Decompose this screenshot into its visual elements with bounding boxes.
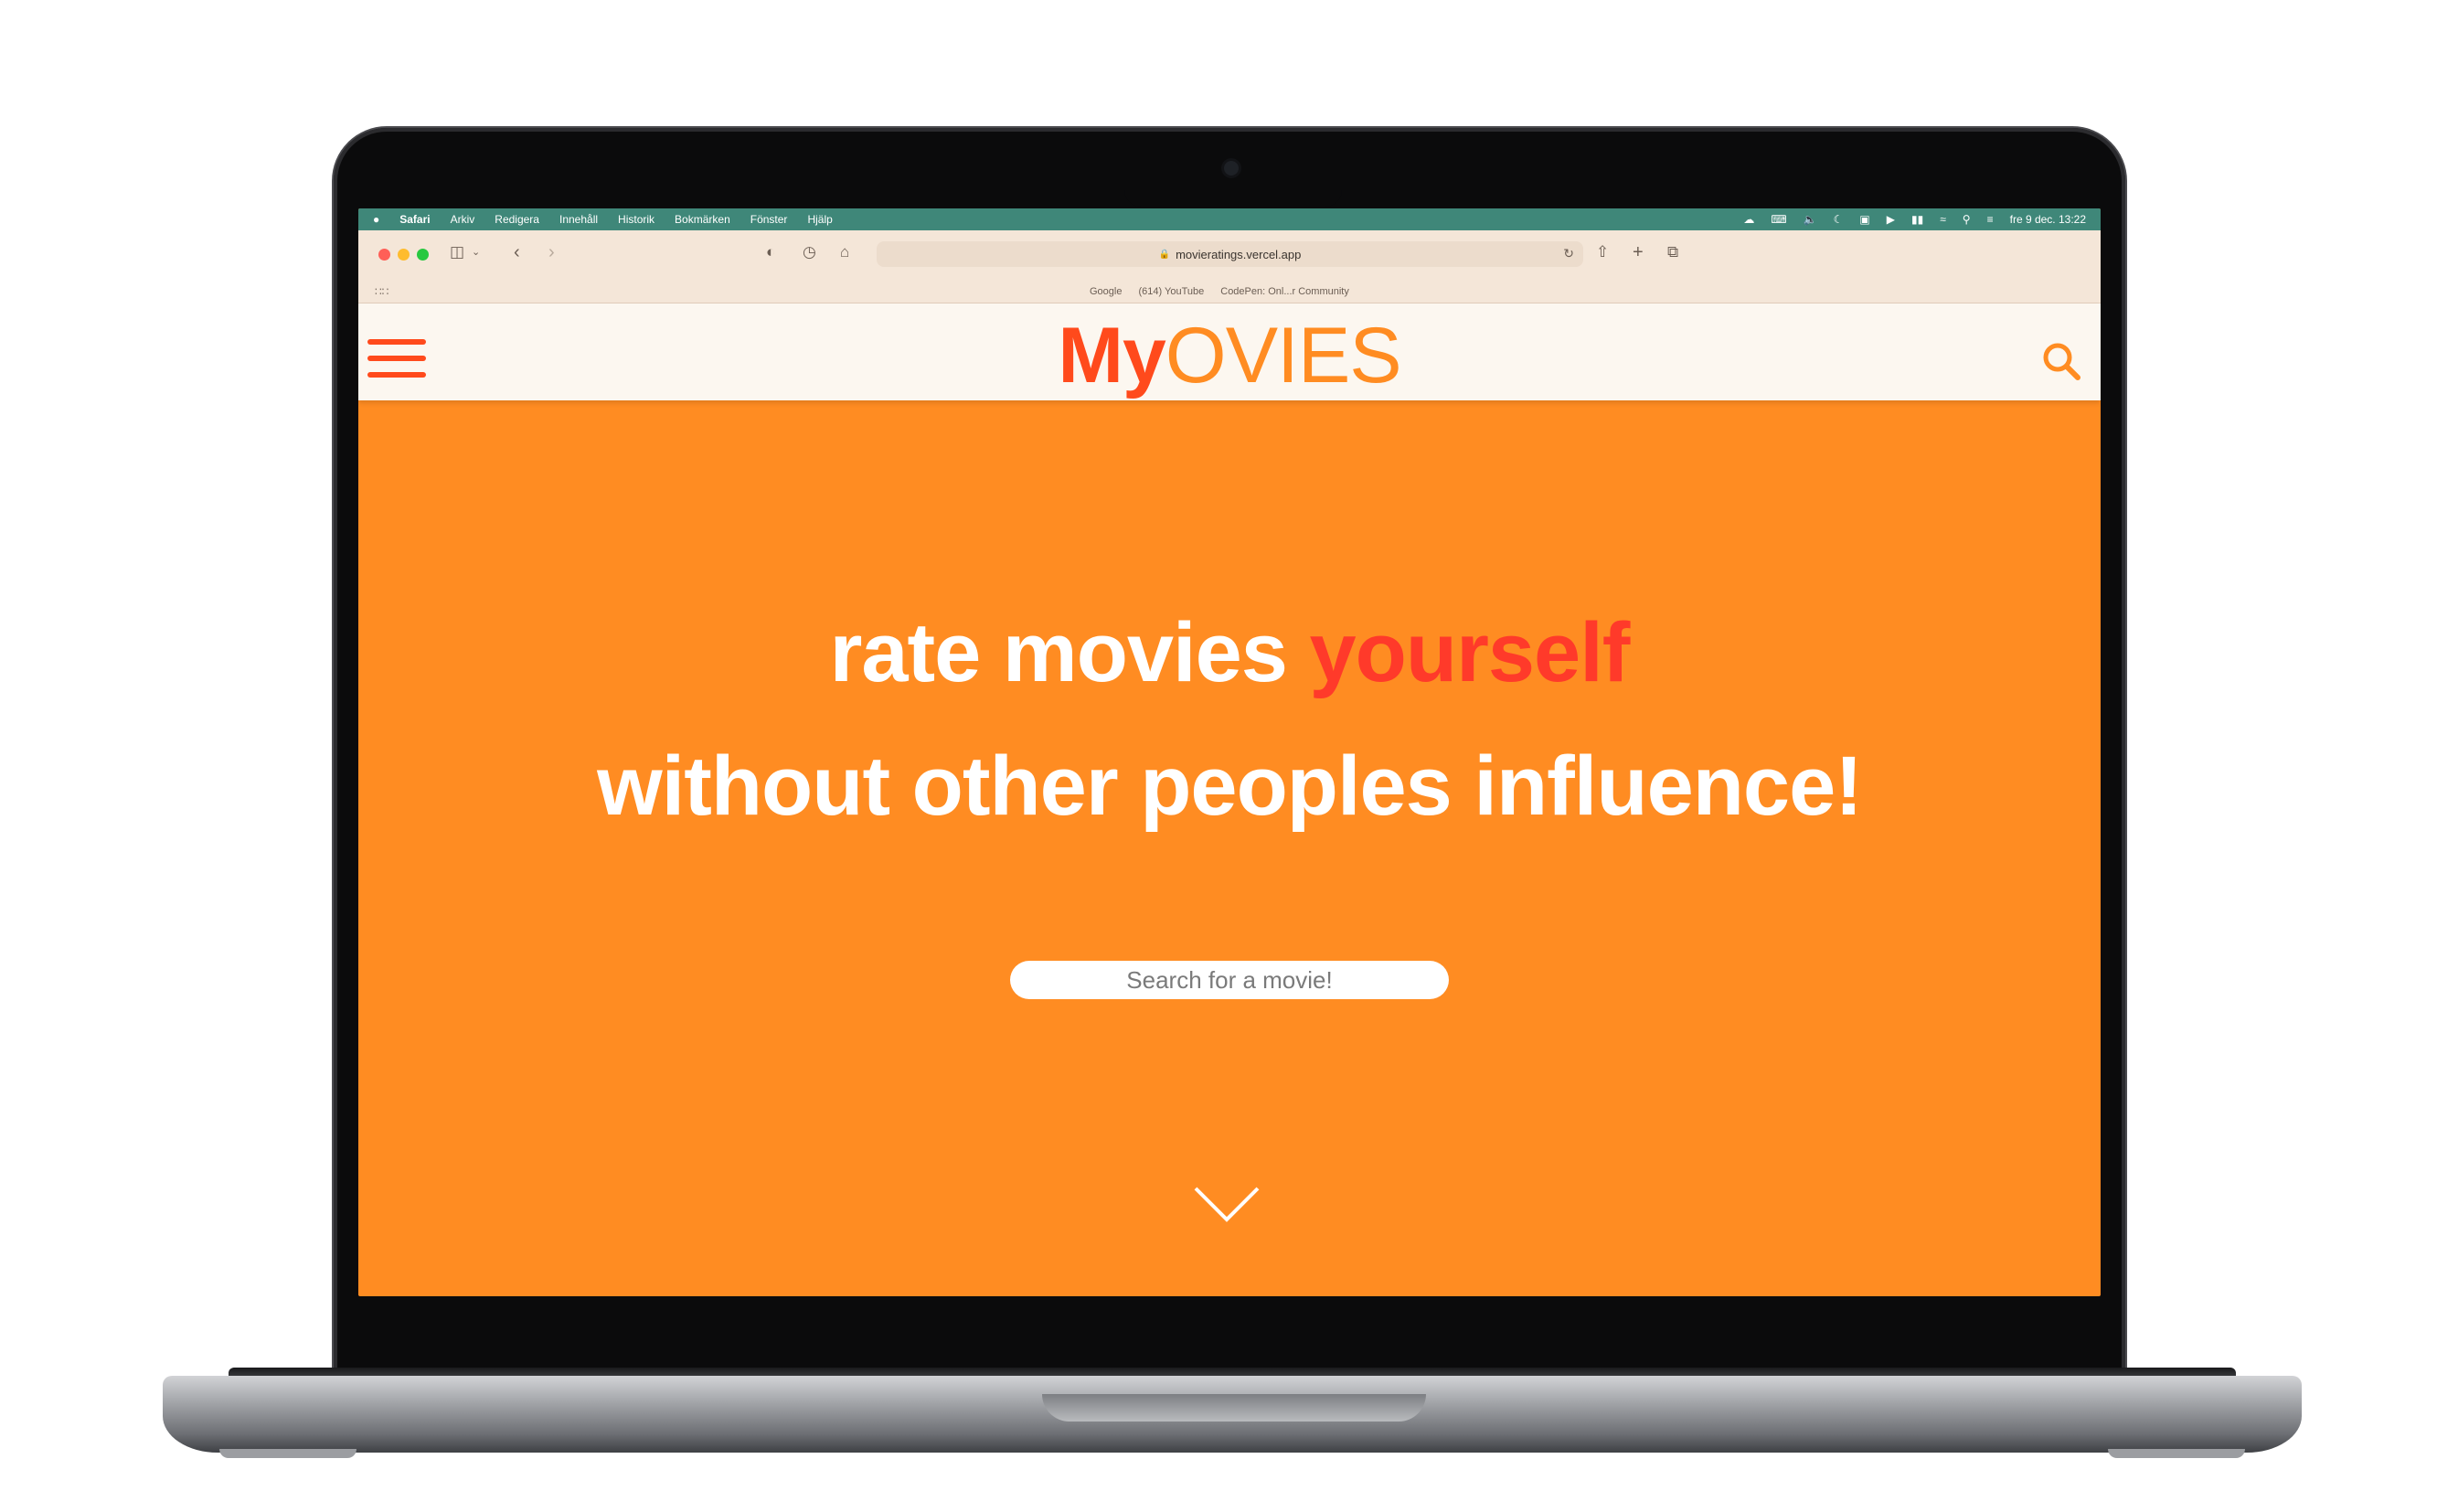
laptop-foot	[2108, 1449, 2245, 1458]
volume-icon[interactable]: 🔈	[1804, 213, 1817, 226]
apps-grid-icon[interactable]: ∷∷	[375, 285, 388, 298]
movie-search-input[interactable]	[1010, 961, 1449, 999]
menu-hjalp[interactable]: Hjälp	[807, 213, 832, 226]
now-playing-icon[interactable]: ▶	[1887, 213, 1895, 226]
control-center-icon[interactable]: ≡	[1987, 213, 1994, 226]
laptop-foot	[219, 1449, 357, 1458]
wifi-icon[interactable]: ≈	[1940, 213, 1946, 226]
camera-icon	[1224, 161, 1239, 176]
apple-icon[interactable]: ●	[373, 213, 379, 226]
minimize-window-button[interactable]	[398, 249, 410, 261]
laptop-lid-groove	[1042, 1394, 1426, 1421]
chevron-down-icon[interactable]: ⌄	[472, 243, 480, 261]
menu-bokmarken[interactable]: Bokmärken	[675, 213, 730, 226]
favorite-google[interactable]: Google	[1090, 286, 1122, 297]
sidebar-icon[interactable]: ◫	[450, 243, 464, 261]
menu-historik[interactable]: Historik	[618, 213, 654, 226]
hero-line1-text: rate movies	[829, 606, 1310, 699]
address-bar[interactable]: 🔒 movieratings.vercel.app ↻	[877, 241, 1583, 267]
address-url: movieratings.vercel.app	[1176, 247, 1302, 261]
screen-mirroring-icon[interactable]: ▣	[1859, 213, 1869, 226]
site-header: MyOVIES	[358, 303, 2101, 400]
focus-moon-icon[interactable]: ☾	[1834, 213, 1844, 226]
menu-arkiv[interactable]: Arkiv	[451, 213, 475, 226]
logo-ovies: OVIES	[1165, 312, 1402, 399]
hero-headline-line1: rate movies yourself	[358, 607, 2101, 698]
lock-icon: 🔒	[1158, 249, 1171, 260]
home-icon[interactable]: ⌂	[840, 243, 849, 261]
window-controls	[378, 249, 436, 261]
close-window-button[interactable]	[378, 249, 390, 261]
share-icon[interactable]: ⇧	[1596, 243, 1609, 261]
history-clock-icon[interactable]: ◷	[803, 243, 816, 261]
new-tab-icon[interactable]: +	[1633, 243, 1644, 261]
menu-app-name[interactable]: Safari	[399, 213, 430, 226]
favorites-bar: ∷∷ Google (614) YouTube CodePen: Onl...r…	[358, 282, 2101, 303]
laptop-screen: ● Safari Arkiv Redigera Innehåll Histori…	[358, 208, 2101, 1296]
spotlight-search-icon[interactable]: ⚲	[1963, 213, 1971, 226]
scroll-down-chevron-icon[interactable]	[1193, 1185, 1261, 1225]
battery-icon[interactable]: ▮▮	[1911, 213, 1923, 226]
creative-cloud-icon[interactable]: ☁	[1743, 213, 1754, 226]
favorite-codepen[interactable]: CodePen: Onl...r Community	[1220, 286, 1349, 297]
menu-innehall[interactable]: Innehåll	[559, 213, 598, 226]
keyboard-icon[interactable]: ⌨	[1771, 213, 1786, 226]
reload-icon[interactable]: ↻	[1563, 246, 1574, 261]
menubar-clock[interactable]: fre 9 dec. 13:22	[2010, 213, 2086, 226]
menu-fonster[interactable]: Fönster	[750, 213, 788, 226]
site-logo[interactable]: MyOVIES	[358, 316, 2101, 395]
hero-line1-accent: yourself	[1309, 606, 1631, 699]
browser-toolbar: ◫ ⌄ ‹ › ◐ ◷ ⌂ 🔒 movieratings.vercel.app …	[358, 230, 2101, 282]
favorite-youtube[interactable]: (614) YouTube	[1138, 286, 1204, 297]
tab-overview-icon[interactable]: ⧉	[1667, 243, 1678, 261]
hero-headline-line2: without other peoples influence!	[597, 740, 1863, 833]
macos-menubar: ● Safari Arkiv Redigera Innehåll Histori…	[358, 208, 2101, 230]
zoom-window-button[interactable]	[417, 249, 429, 261]
menu-redigera[interactable]: Redigera	[495, 213, 539, 226]
search-icon[interactable]	[2040, 340, 2082, 382]
logo-my: My	[1058, 312, 1165, 399]
privacy-shield-icon[interactable]: ◐	[766, 243, 775, 261]
forward-icon[interactable]: ›	[548, 243, 555, 261]
back-icon[interactable]: ‹	[514, 243, 520, 261]
